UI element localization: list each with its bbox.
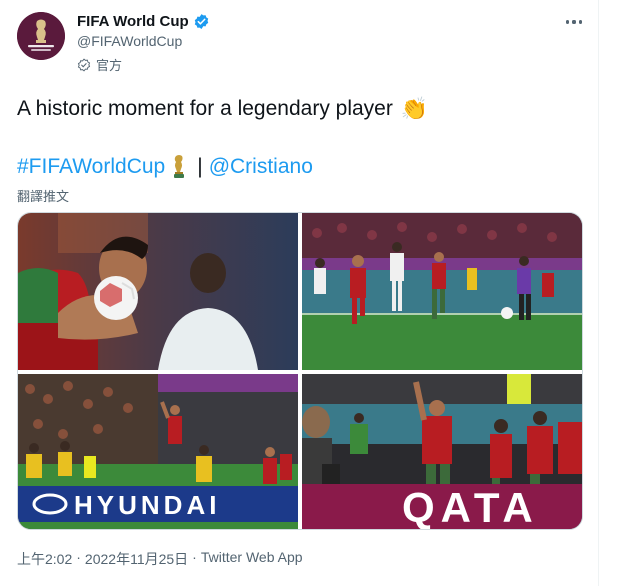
tweet-time[interactable]: 上午2:02 [17,549,72,569]
official-badge-icon [77,58,91,71]
photo-celebration-hyundai[interactable]: HYUNDAI [18,374,298,529]
tweet-tags: #FIFAWorldCup | @Cristiano [17,154,313,180]
verified-badge-icon [194,14,208,29]
tweet-meta: 上午2:02 · 2022年11月25日 · Twitter Web App [17,549,303,569]
hashtag-link[interactable]: #FIFAWorldCup [17,155,165,179]
clap-emoji-icon: 👏 [400,96,429,121]
tweet-date[interactable]: 2022年11月25日 [85,549,188,569]
tweet-body: A historic moment for a legendary player [17,97,393,120]
meta-dot: · [192,549,197,565]
official-badge: 官方 [77,55,210,74]
trophy-emoji-icon [174,155,185,178]
tweet-source[interactable]: Twitter Web App [201,549,303,569]
photo-celebration-qatar[interactable]: QATA [302,374,582,529]
translate-link[interactable]: 翻譯推文 [17,186,69,205]
qatar-billboard: QATA [402,484,539,529]
separator: | [197,155,203,178]
more-icon[interactable] [562,12,586,32]
official-label: 官方 [96,58,123,73]
fifa-logo-icon [17,12,65,60]
mention-link[interactable]: @Cristiano [209,155,313,179]
tweet-text: A historic moment for a legendary player… [17,97,428,121]
display-name[interactable]: FIFA World Cup [77,13,189,30]
author-info: FIFA World Cup @FIFAWorldCup 官方 [77,13,210,74]
hyundai-billboard: HYUNDAI [74,490,220,520]
handle[interactable]: @FIFAWorldCup [77,33,210,49]
avatar[interactable] [17,12,65,60]
photo-penalty-kick[interactable] [302,213,582,370]
column-divider [598,0,599,586]
media-grid: HYUNDAI QATA [17,212,583,530]
photo-kissing-ball[interactable] [18,213,298,370]
meta-dot: · [76,549,81,565]
